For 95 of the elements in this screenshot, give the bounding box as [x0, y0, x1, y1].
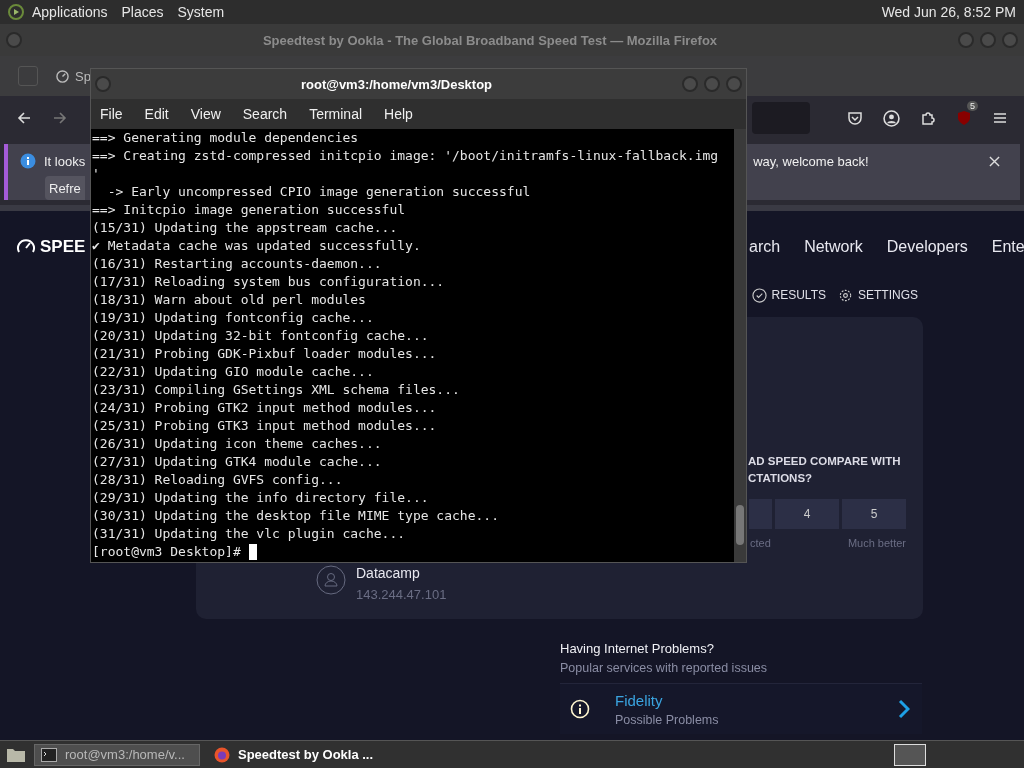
terminal-line: (17/31) Reloading system bus configuration...: [92, 273, 446, 291]
section-subtitle: Popular services with reported issues: [560, 661, 769, 675]
menu-item[interactable]: Help: [384, 106, 413, 122]
gauge-icon: [56, 69, 69, 83]
terminal-line: (23/31) Compiling GSettings XML schema files...: [92, 381, 461, 399]
nav-link[interactable]: arch: [749, 238, 781, 256]
question-text: AD SPEED COMPARE WITH: [748, 454, 902, 469]
account-icon[interactable]: [883, 109, 900, 127]
puzzle-piece-icon[interactable]: [920, 110, 936, 126]
terminal-line: (27/31) Updating GTK4 module cache...: [92, 453, 383, 471]
browser-tab[interactable]: Sp: [56, 68, 91, 84]
notification-text: It looks: [44, 153, 86, 169]
terminal-line: (28/31) Reloading GVFS config...: [92, 471, 344, 489]
provider-name: Datacamp: [356, 565, 421, 581]
window-menu-button[interactable]: [6, 32, 22, 48]
terminal-line: (25/31) Probing GTK3 input method modules...: [92, 417, 438, 435]
section-title: Having Internet Problems?: [560, 641, 715, 656]
workspace-switcher[interactable]: [894, 743, 926, 766]
terminal-icon: [41, 747, 57, 762]
terminal-line: (30/31) Updating the desktop file MIME type cache...: [92, 507, 500, 525]
panel-menu[interactable]: Places: [121, 4, 164, 20]
ip-address: 143.244.47.101: [356, 587, 447, 602]
terminal-line: (26/31) Updating icon theme caches...: [92, 435, 383, 453]
terminal-line: ': [92, 165, 101, 183]
count-badge: 5: [967, 101, 978, 111]
close-icon[interactable]: [989, 155, 1000, 167]
scrollbar-thumb[interactable]: [736, 505, 744, 545]
chevron-right-icon: [898, 699, 910, 719]
panel-menu[interactable]: System: [177, 4, 225, 20]
back-arrow-icon[interactable]: [16, 110, 32, 126]
question-text: CTATIONS?: [748, 471, 814, 486]
terminal-line: (16/31) Restarting accounts-daemon...: [92, 255, 383, 273]
menu-item[interactable]: File: [100, 106, 123, 122]
close-button[interactable]: [1002, 32, 1018, 48]
forward-arrow-icon[interactable]: [52, 110, 68, 126]
nav-link[interactable]: Developers: [886, 238, 968, 256]
refresh-button[interactable]: Refre: [45, 176, 85, 200]
info-icon: [570, 699, 590, 719]
scale-label: cted: [750, 537, 771, 549]
terminal-line: (19/31) Updating fontconfig cache...: [92, 309, 375, 327]
window-title: Speedtest by Ookla - The Global Broadband Speed Test — Mozilla Firefox: [261, 32, 719, 48]
info-icon: [20, 153, 36, 169]
window-title: root@vm3:/home/vm3/Desktop: [299, 76, 494, 92]
service-status: Possible Problems: [615, 712, 719, 727]
menu-item[interactable]: Terminal: [309, 106, 363, 122]
taskbar-item[interactable]: root@vm3:/home/v...: [34, 743, 200, 766]
terminal-line: ==> Creating zstd-compressed initcpio image: '/boot/initramfs-linux-fallback.img: [92, 147, 720, 165]
terminal-line: (18/31) Warn about old perl modules: [92, 291, 367, 309]
terminal-line: (21/31) Probing GDK-Pixbuf loader modules...: [92, 345, 438, 363]
minimize-button[interactable]: [682, 76, 698, 92]
terminal-line: (29/31) Updating the info directory file...: [92, 489, 430, 507]
logo-text[interactable]: SPEE: [40, 237, 86, 257]
browser-icon: [214, 746, 230, 763]
window-menu-button[interactable]: [95, 76, 111, 92]
gear-icon: [838, 287, 853, 303]
service-row[interactable]: Fidelity Possible Problems: [560, 683, 922, 734]
taskbar-item[interactable]: Speedtest by Ookla ...: [208, 743, 374, 766]
settings-link[interactable]: SETTINGS: [838, 287, 918, 303]
terminal-line: (20/31) Updating 32-bit fontconfig cache...: [92, 327, 430, 345]
nav-link[interactable]: Ente: [991, 238, 1024, 256]
service-name: Fidelity: [615, 691, 664, 709]
user-icon: [316, 565, 346, 595]
terminal-line: (15/31) Updating the appstream cache...: [92, 219, 399, 237]
scale-label: Much better: [847, 537, 906, 549]
terminal-line: (31/31) Updating the vlc plugin cache...: [92, 525, 407, 543]
menu-item[interactable]: View: [190, 106, 221, 122]
terminal-line: (22/31) Updating GIO module cache...: [92, 363, 375, 381]
clock[interactable]: Wed Jun 26, 8:52 PM: [881, 4, 1016, 20]
scrollbar[interactable]: [734, 129, 746, 562]
terminal-line: ==> Generating module dependencies: [92, 129, 360, 147]
close-button[interactable]: [726, 76, 742, 92]
terminal-line: -> Early uncompressed CPIO image generation successful: [106, 183, 532, 201]
pocket-icon[interactable]: [847, 110, 863, 126]
results-link[interactable]: RESULTS: [751, 287, 826, 303]
terminal-line: ✔ Metadata cache was updated successfully.: [92, 237, 422, 255]
shell-prompt: [root@vm3 Desktop]#: [92, 543, 241, 561]
view-tabs-button[interactable]: [18, 66, 38, 86]
distro-logo-icon[interactable]: [8, 4, 24, 20]
terminal-line: ==> Initcpio image generation successful: [92, 201, 407, 219]
menu-icon[interactable]: [992, 110, 1008, 126]
menu-item[interactable]: Edit: [144, 106, 169, 122]
shield-icon[interactable]: [956, 110, 972, 126]
menu-item[interactable]: Search: [242, 106, 288, 122]
panel-menu[interactable]: Applications: [32, 4, 108, 20]
maximize-button[interactable]: [980, 32, 996, 48]
notification-text: way, welcome back!: [753, 153, 869, 169]
rating-option[interactable]: 5: [842, 499, 906, 529]
rating-option[interactable]: 4: [775, 499, 839, 529]
check-circle-icon: [751, 287, 767, 303]
maximize-button[interactable]: [704, 76, 720, 92]
nav-link[interactable]: Network: [804, 238, 863, 256]
terminal-line: (24/31) Probing GTK2 input method modules...: [92, 399, 438, 417]
folder-icon[interactable]: [6, 746, 26, 763]
minimize-button[interactable]: [958, 32, 974, 48]
text-cursor: [248, 544, 257, 560]
